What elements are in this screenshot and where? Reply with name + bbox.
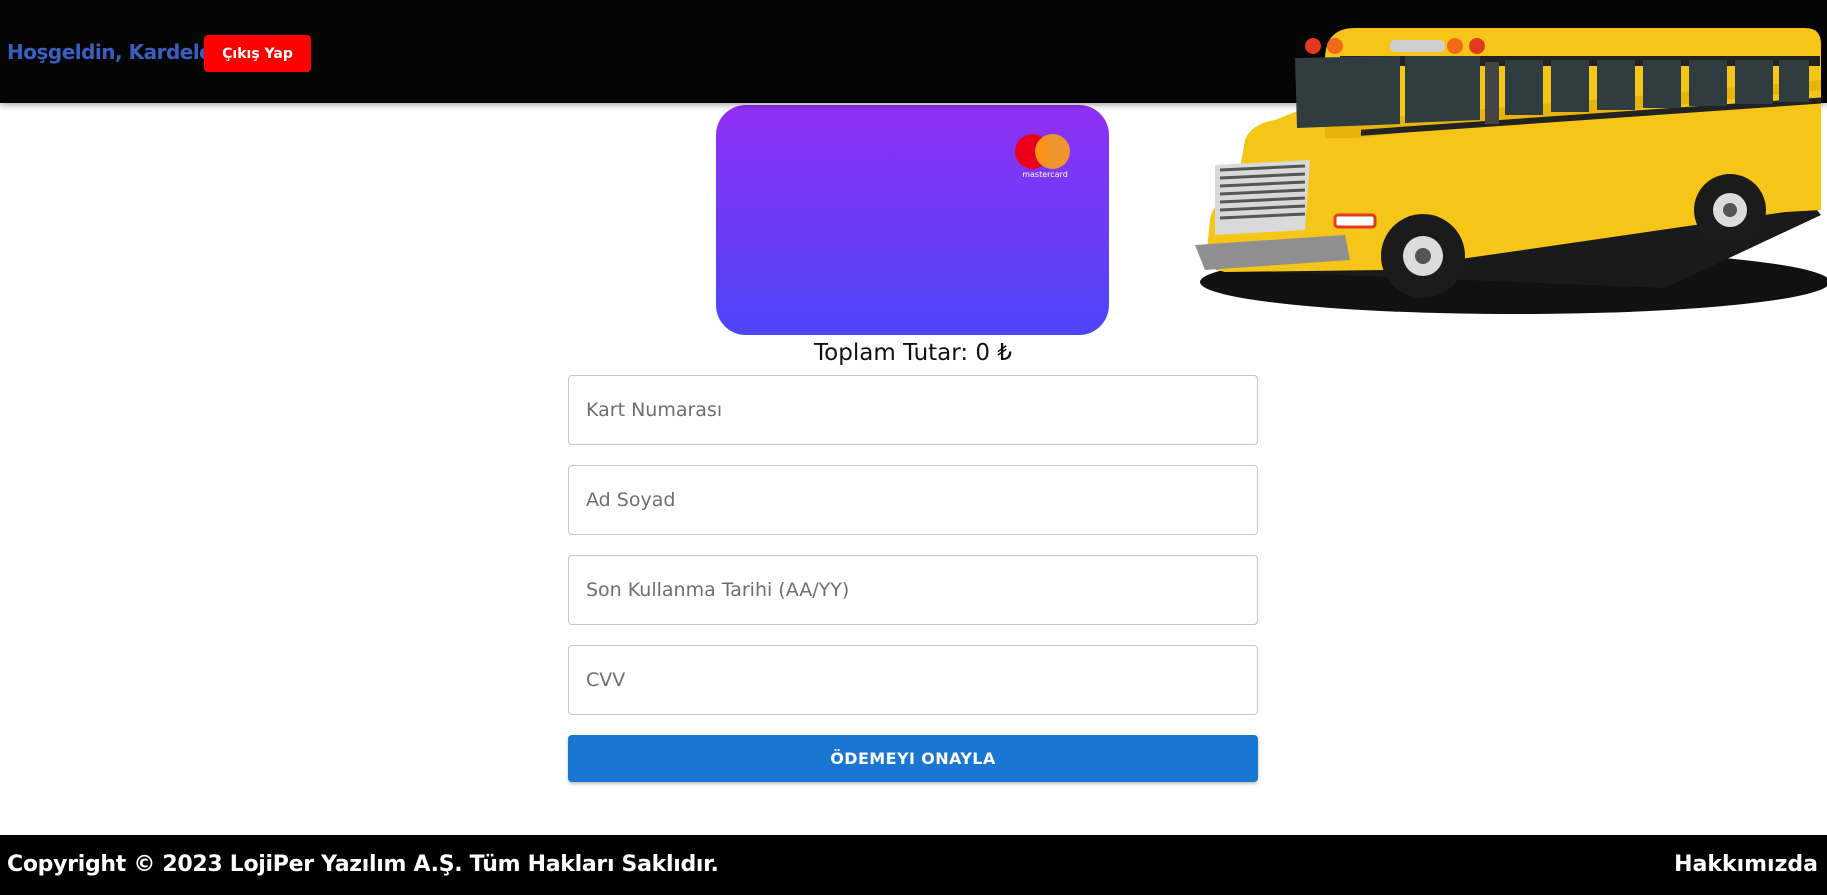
card-brand-label: mastercard [1022,170,1068,179]
card-number-input[interactable] [568,375,1258,445]
total-amount: Toplam Tutar: 0 ₺ [814,340,1012,366]
footer: Copyright © 2023 LojiPer Yazılım A.Ş. Tü… [0,835,1827,895]
school-bus-image [1195,28,1827,314]
cardholder-name-input[interactable] [568,465,1258,535]
expiry-date-input[interactable] [568,555,1258,625]
logout-button[interactable]: Çıkış Yap [204,35,311,72]
confirm-payment-button[interactable]: ÖDEMEYI ONAYLA [568,735,1258,782]
copyright-text: Copyright © 2023 LojiPer Yazılım A.Ş. Tü… [7,852,719,877]
mastercard-icon: mastercard [1015,134,1079,184]
credit-card-preview: mastercard [716,105,1109,335]
about-link[interactable]: Hakkımızda [1674,852,1818,877]
cvv-input[interactable] [568,645,1258,715]
welcome-text: Hoşgeldin, Kardelen [7,40,227,64]
